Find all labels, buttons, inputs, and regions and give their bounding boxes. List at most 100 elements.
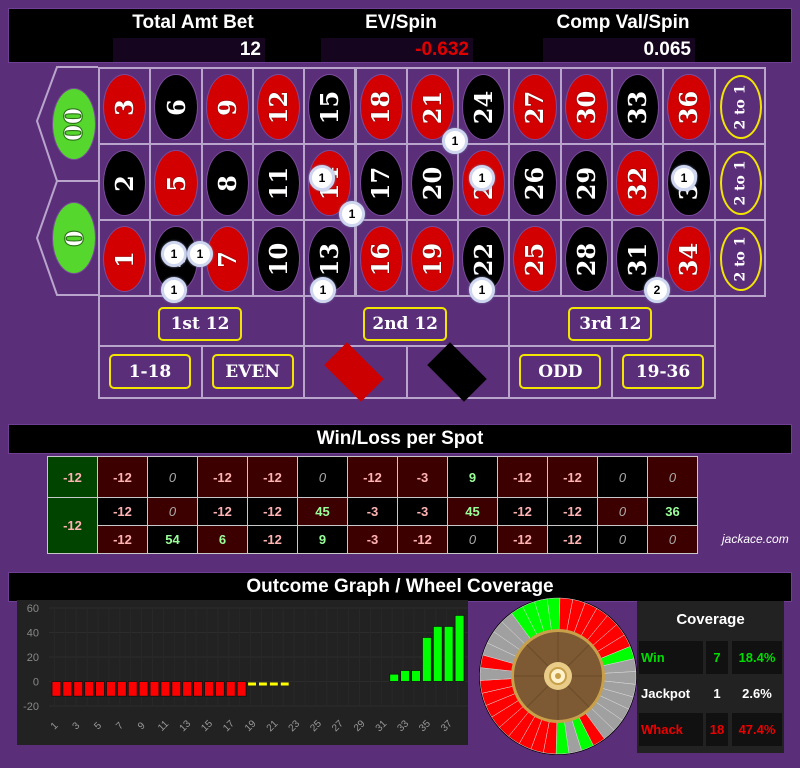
outcome-bar — [73, 681, 84, 697]
number-8[interactable]: 8 — [205, 150, 249, 216]
outcome-bar — [84, 681, 94, 697]
19-36-button[interactable]: 19-36 — [622, 354, 704, 389]
column-bet-1[interactable]: 2 to 1 — [719, 227, 762, 291]
number-label: 10 — [264, 242, 294, 276]
number-5[interactable]: 5 — [154, 150, 198, 216]
win-loss-cell: 0 — [147, 497, 198, 526]
zero-label: 0 — [59, 229, 89, 247]
bet-chip[interactable]: 1 — [671, 165, 697, 191]
number-7[interactable]: 7 — [205, 226, 249, 292]
coverage-count: 7 — [706, 641, 728, 674]
win-loss-0: -12 — [47, 497, 98, 554]
number-11[interactable]: 11 — [256, 150, 301, 216]
dozen-2-button[interactable]: 2nd 12 — [363, 307, 448, 341]
win-loss-cell: -12 — [247, 456, 298, 498]
outcome-title: Outcome Graph / Wheel Coverage — [8, 572, 792, 602]
coverage-count: 18 — [706, 713, 728, 746]
dozen-1-button[interactable]: 1st 12 — [158, 307, 242, 341]
number-19[interactable]: 19 — [410, 226, 455, 292]
total-amt-bet-label: Total Amt Bet — [132, 12, 254, 33]
win-loss-cell: 0 — [647, 456, 698, 498]
coverage-title: Coverage — [676, 611, 745, 628]
number-12[interactable]: 12 — [256, 74, 301, 140]
bet-chip[interactable]: 1 — [469, 165, 495, 191]
number-3[interactable]: 3 — [103, 74, 147, 140]
coverage-row-win: Win 7 18.4% — [639, 641, 782, 674]
bet-chip[interactable]: 1 — [309, 165, 335, 191]
win-loss-cell: -3 — [347, 525, 398, 554]
number-25[interactable]: 25 — [513, 226, 557, 292]
number-17[interactable]: 17 — [359, 150, 403, 216]
win-loss-cell: 45 — [297, 497, 348, 526]
number-2[interactable]: 2 — [103, 150, 147, 216]
odd-button[interactable]: ODD — [519, 354, 602, 389]
win-loss-cell: 0 — [447, 525, 498, 554]
win-loss-cell: 0 — [597, 456, 648, 498]
number-34[interactable]: 34 — [667, 226, 711, 292]
wheel-turret-dot — [555, 673, 561, 679]
number-label: 25 — [520, 242, 550, 276]
win-loss-cell: -3 — [347, 497, 398, 526]
number-27[interactable]: 27 — [513, 74, 557, 140]
number-29[interactable]: 29 — [564, 150, 608, 216]
win-loss-cell: -12 — [97, 497, 148, 526]
bet-chip[interactable]: 1 — [310, 277, 336, 303]
number-20[interactable]: 20 — [410, 150, 455, 216]
zero-0[interactable]: 0 — [52, 202, 96, 274]
total-amt-bet-stat: Total Amt Bet 12 — [113, 9, 273, 64]
ev-spin-stat: EV/Spin -0.632 — [321, 9, 481, 64]
number-16[interactable]: 16 — [359, 226, 403, 292]
number-33[interactable]: 33 — [616, 74, 660, 140]
number-1[interactable]: 1 — [103, 226, 147, 292]
win-loss-cell: -3 — [397, 497, 448, 526]
column-bet-label: 2 to 1 — [732, 160, 749, 206]
number-24[interactable]: 24 — [462, 74, 506, 140]
column-bet-2[interactable]: 2 to 1 — [719, 151, 762, 215]
x-tick-label: 19 — [243, 718, 259, 734]
bet-chip[interactable]: 1 — [187, 241, 213, 267]
number-6[interactable]: 6 — [154, 74, 198, 140]
number-30[interactable]: 30 — [564, 74, 608, 140]
number-9[interactable]: 9 — [205, 74, 249, 140]
win-loss-cell: 9 — [447, 456, 498, 498]
dozen-3-button[interactable]: 3rd 12 — [568, 307, 653, 341]
outcome-bar — [62, 681, 73, 697]
win-loss-cell: 0 — [597, 497, 648, 526]
number-36[interactable]: 36 — [667, 74, 711, 140]
column-bet-label: 2 to 1 — [732, 236, 749, 282]
bet-chip[interactable]: 1 — [161, 277, 187, 303]
coverage-label: Jackpot — [641, 686, 691, 701]
outcome-chart-svg: 6040200-201 3 5 7 9 11 13 15 17 19 21 23 25 27 29 31 33 3… — [23, 603, 468, 734]
bet-chip[interactable]: 1 — [442, 128, 468, 154]
number-28[interactable]: 28 — [564, 226, 608, 292]
ev-spin-value: -0.632 — [321, 38, 473, 62]
win-loss-cell: -12 — [197, 456, 248, 498]
column-bet-3[interactable]: 2 to 1 — [719, 75, 762, 139]
bet-chip[interactable]: 1 — [161, 241, 187, 267]
bet-chip[interactable]: 1 — [469, 277, 495, 303]
x-tick-label: 23 — [287, 718, 303, 734]
outcome-bar — [280, 682, 289, 686]
bet-chip[interactable]: 2 — [644, 277, 670, 303]
win-loss-cell: -12 — [497, 497, 548, 526]
win-loss-cell: 0 — [597, 525, 648, 554]
win-loss-title: Win/Loss per Spot — [8, 424, 792, 454]
outcome-bar — [215, 681, 225, 697]
x-tick-label: 3 — [71, 720, 83, 732]
number-label: 36 — [674, 90, 704, 124]
x-tick-label: 7 — [114, 720, 126, 732]
1-18-button[interactable]: 1-18 — [109, 354, 191, 389]
number-10[interactable]: 10 — [256, 226, 301, 292]
outcome-bar — [51, 681, 62, 697]
x-tick-label: 37 — [439, 718, 455, 734]
number-32[interactable]: 32 — [616, 150, 660, 216]
x-tick-label: 1 — [49, 720, 61, 732]
x-tick-label: 33 — [395, 718, 411, 734]
number-18[interactable]: 18 — [359, 74, 403, 140]
outcome-bar — [259, 682, 267, 686]
number-26[interactable]: 26 — [513, 150, 557, 216]
outcome-bar — [389, 673, 400, 682]
even-button[interactable]: EVEN — [211, 354, 294, 389]
zero-00[interactable]: 00 — [52, 88, 96, 160]
bet-chip[interactable]: 1 — [339, 201, 365, 227]
